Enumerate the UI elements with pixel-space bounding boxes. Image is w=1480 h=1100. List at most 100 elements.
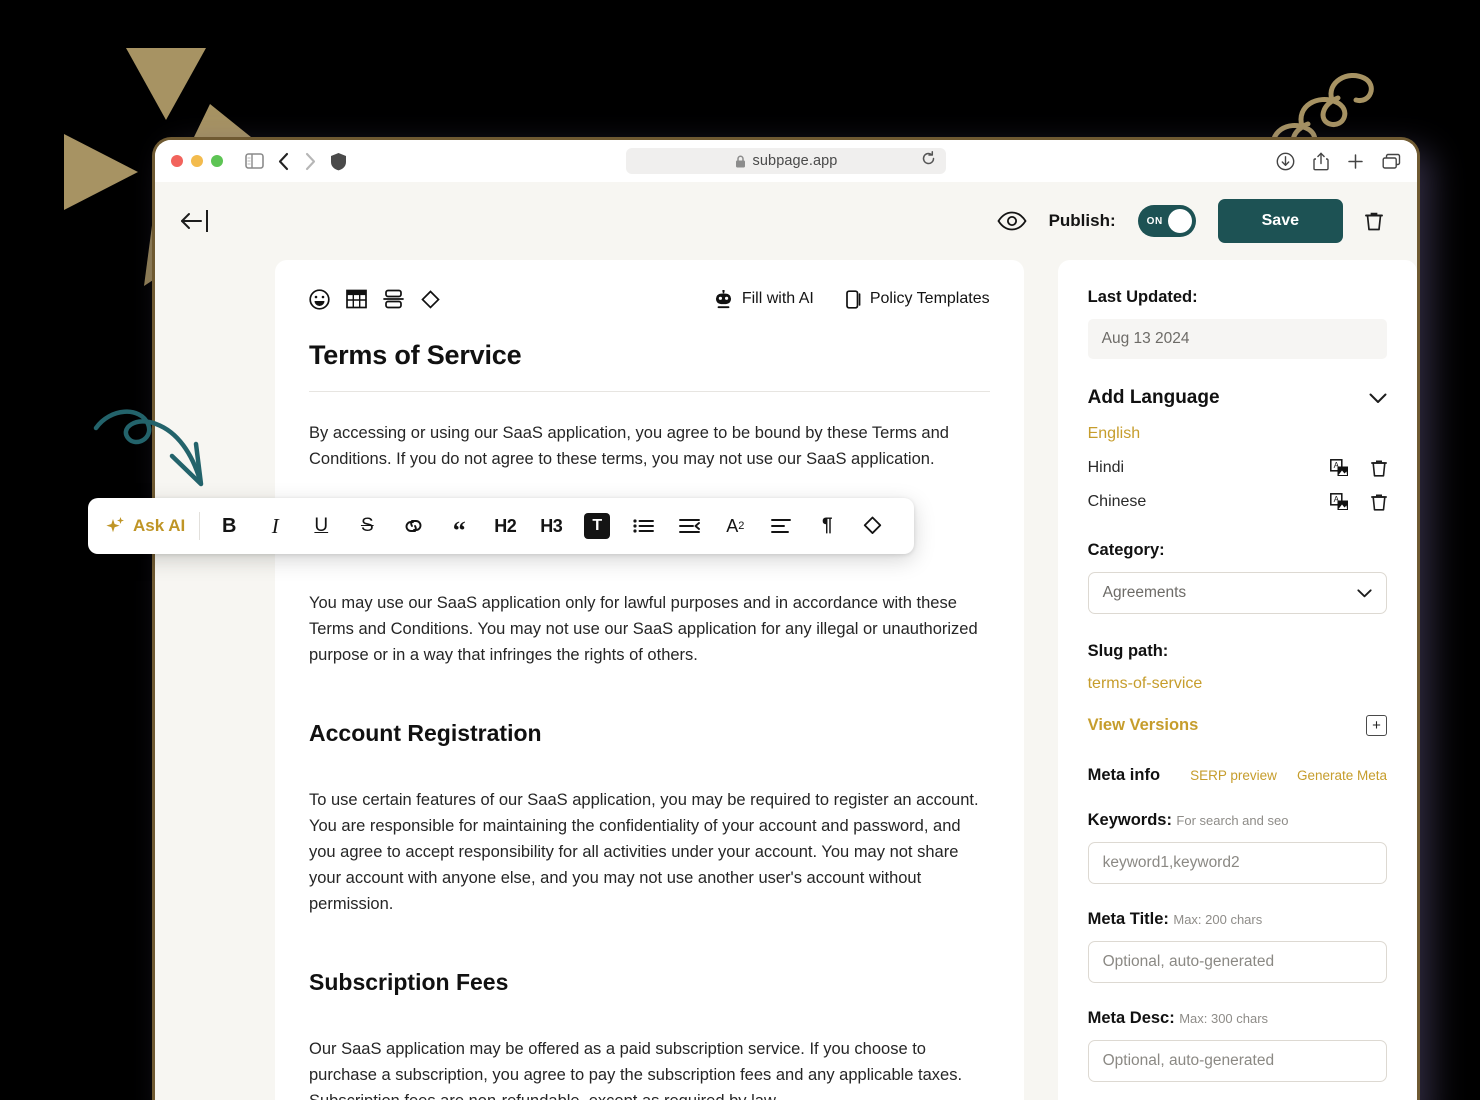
translate-icon[interactable]: A xyxy=(1330,493,1349,511)
text-cursor xyxy=(206,210,208,232)
view-versions-label: View Versions xyxy=(1087,716,1199,734)
meta-title-input[interactable] xyxy=(1087,941,1387,983)
meta-desc-label-row: Meta Desc: Max: 300 chars xyxy=(1088,1009,1387,1028)
browser-chrome: subpage.app xyxy=(155,140,1417,182)
meta-title-label-row: Meta Title: Max: 200 chars xyxy=(1088,910,1387,929)
url-bar-container: subpage.app xyxy=(155,148,1417,174)
bullet-list-icon[interactable] xyxy=(620,506,666,546)
keywords-input[interactable] xyxy=(1087,842,1387,884)
address-bar[interactable]: subpage.app xyxy=(626,148,946,174)
document-paragraph[interactable]: You may use our SaaS application only fo… xyxy=(309,590,990,668)
add-language-label: Add Language xyxy=(1087,387,1220,408)
meta-desc-label: Meta Desc: xyxy=(1087,1009,1175,1027)
generate-meta-link[interactable]: Generate Meta xyxy=(1297,768,1387,783)
text-color-button[interactable]: T xyxy=(584,513,611,539)
reload-icon[interactable] xyxy=(921,151,936,166)
underline-button[interactable]: U xyxy=(298,506,344,546)
document-title[interactable]: Terms of Service xyxy=(309,340,990,371)
category-label: Category: xyxy=(1087,541,1165,559)
language-item-english[interactable]: English xyxy=(1088,425,1387,443)
meta-title-note: Max: 200 chars xyxy=(1173,912,1263,927)
last-updated-value: Aug 13 2024 xyxy=(1087,319,1387,359)
publish-label: Publish: xyxy=(1048,211,1116,230)
language-name: Chinese xyxy=(1087,493,1147,510)
toggle-state-label: ON xyxy=(1146,215,1163,227)
meta-info-label: Meta info xyxy=(1087,766,1161,784)
layout-divider-icon[interactable] xyxy=(383,289,404,309)
language-name: English xyxy=(1087,425,1141,442)
heading-3-button[interactable]: H3 xyxy=(528,506,574,546)
app-topbar: Publish: ON Save xyxy=(155,182,1417,260)
category-select[interactable]: Agreements xyxy=(1087,572,1387,614)
superscript-button[interactable]: A2 xyxy=(712,506,758,546)
policy-templates-label: Policy Templates xyxy=(869,290,990,307)
publish-toggle[interactable]: ON xyxy=(1137,205,1196,237)
language-item-chinese[interactable]: Chinese A xyxy=(1088,493,1387,511)
robot-icon xyxy=(714,289,733,309)
bold-button[interactable]: B xyxy=(206,506,252,546)
meta-desc-note: Max: 300 chars xyxy=(1179,1011,1269,1026)
toggle-knob xyxy=(1167,209,1192,233)
sparkle-icon xyxy=(104,515,126,537)
lock-icon xyxy=(735,155,746,168)
add-version-icon[interactable]: + xyxy=(1366,715,1387,736)
clear-format-eraser-icon[interactable] xyxy=(850,506,896,546)
document-heading[interactable]: Account Registration xyxy=(309,720,990,747)
meta-info-header: Meta info SERP preview Generate Meta xyxy=(1088,766,1387,785)
paragraph-mark-button[interactable]: ¶ xyxy=(804,506,850,546)
last-updated-label: Last Updated: xyxy=(1087,288,1198,306)
app-root: Publish: ON Save Fill with AI Policy Tem… xyxy=(155,182,1417,1100)
translate-icon[interactable]: A xyxy=(1330,459,1349,477)
slug-path-label: Slug path: xyxy=(1087,642,1169,660)
fill-with-ai-button[interactable]: Fill with AI xyxy=(714,289,814,309)
chevron-down-icon xyxy=(1357,588,1372,598)
screenshot-stage: subpage.app Publish: ON Save Fill with A… xyxy=(0,0,1480,1100)
delete-language-icon[interactable] xyxy=(1371,493,1387,511)
app-body: Fill with AI Policy Templates Terms of S… xyxy=(155,260,1417,1100)
align-icon[interactable] xyxy=(758,506,804,546)
settings-sidebar: Last Updated: Aug 13 2024 Add Language E… xyxy=(1057,260,1417,1100)
policy-templates-button[interactable]: Policy Templates xyxy=(845,289,990,309)
blockquote-button[interactable]: “ xyxy=(436,506,482,546)
chevron-down-icon[interactable] xyxy=(1369,393,1387,404)
document-paragraph[interactable]: By accessing or using our SaaS applicati… xyxy=(309,420,990,472)
italic-button[interactable]: I xyxy=(252,506,298,546)
document-paragraph[interactable]: To use certain features of our SaaS appl… xyxy=(309,787,990,917)
meta-title-label: Meta Title: xyxy=(1087,910,1169,928)
slug-path-value[interactable]: terms-of-service xyxy=(1088,675,1387,693)
language-item-hindi[interactable]: Hindi A xyxy=(1088,459,1387,477)
url-text: subpage.app xyxy=(752,153,838,169)
heading-2-button[interactable]: H2 xyxy=(482,506,528,546)
add-language-header[interactable]: Add Language xyxy=(1088,387,1387,409)
strikethrough-button[interactable]: S xyxy=(344,506,390,546)
browser-window: subpage.app Publish: ON Save Fill with A… xyxy=(155,140,1417,1100)
keywords-note: For search and seo xyxy=(1176,813,1289,828)
back-button[interactable] xyxy=(179,210,208,232)
link-icon[interactable] xyxy=(390,506,436,546)
shape-diamond-icon[interactable] xyxy=(420,289,441,310)
toolbar-divider xyxy=(199,512,201,540)
document-heading[interactable]: Subscription Fees xyxy=(309,969,990,996)
table-icon[interactable] xyxy=(346,289,367,309)
editor-panel: Fill with AI Policy Templates Terms of S… xyxy=(275,260,1024,1100)
meta-desc-input[interactable] xyxy=(1087,1040,1387,1082)
editor-toolbar: Fill with AI Policy Templates xyxy=(309,282,990,316)
fill-with-ai-label: Fill with AI xyxy=(741,290,814,307)
document-paragraph[interactable]: Our SaaS application may be offered as a… xyxy=(309,1036,990,1100)
page-icon xyxy=(845,289,861,309)
delete-language-icon[interactable] xyxy=(1371,459,1387,477)
view-versions-row[interactable]: View Versions + xyxy=(1088,715,1387,736)
ask-ai-button[interactable]: Ask AI xyxy=(104,515,199,537)
keywords-label: Keywords: xyxy=(1087,811,1172,829)
category-value: Agreements xyxy=(1102,584,1187,601)
emoji-icon[interactable] xyxy=(309,288,330,310)
ask-ai-label: Ask AI xyxy=(133,516,186,535)
save-button[interactable]: Save xyxy=(1217,199,1343,243)
trash-icon[interactable] xyxy=(1365,211,1383,231)
indent-icon[interactable] xyxy=(666,506,712,546)
language-name: Hindi xyxy=(1087,459,1125,476)
floating-format-toolbar: Ask AI B I U S “ H2 H3 T A2 ¶ xyxy=(88,498,914,554)
title-divider xyxy=(309,391,990,392)
serp-preview-link[interactable]: SERP preview xyxy=(1190,768,1277,783)
eye-icon[interactable] xyxy=(996,211,1027,231)
